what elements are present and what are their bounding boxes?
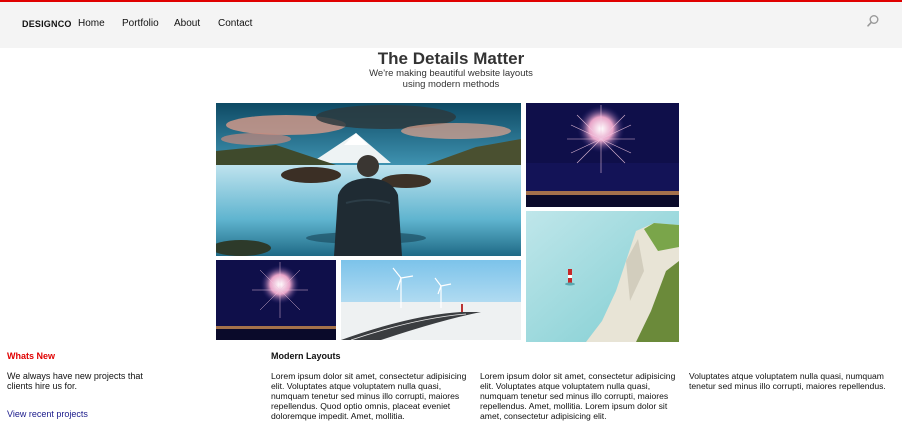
- modern-layouts-heading: Modern Layouts: [271, 351, 341, 361]
- subtitle-line-1: We're making beautiful website layouts: [369, 68, 533, 79]
- nav-link-contact[interactable]: Contact: [218, 18, 252, 29]
- fireworks-photo[interactable]: [526, 103, 679, 207]
- nav-link-about[interactable]: About: [174, 18, 200, 29]
- page-subtitle: We're making beautiful website layouts u…: [0, 68, 902, 90]
- wind-turbines-road-photo[interactable]: [341, 260, 521, 340]
- content-column-3: Voluptates atque voluptatem nulla quasi,…: [689, 371, 886, 391]
- content-column-2: Lorem ipsum dolor sit amet, consectetur …: [480, 371, 676, 421]
- navbar: DESIGNCO Home Portfolio About Contact: [0, 2, 902, 48]
- nav-link-home[interactable]: Home: [78, 18, 105, 29]
- subtitle-line-2: using modern methods: [402, 79, 500, 90]
- view-recent-projects-link[interactable]: View recent projects: [7, 409, 88, 419]
- whats-new-text: We always have new projects that clients…: [7, 371, 143, 391]
- page-title: The Details Matter: [377, 49, 525, 68]
- brand-logo[interactable]: DESIGNCO: [22, 19, 72, 29]
- whats-new-heading: Whats New: [7, 351, 56, 361]
- coastal-cliff-lighthouse-photo[interactable]: [526, 211, 679, 342]
- nav-link-portfolio[interactable]: Portfolio: [122, 18, 159, 29]
- fireworks-photo[interactable]: [216, 260, 336, 340]
- search-icon[interactable]: [866, 14, 880, 28]
- content-column-1: Lorem ipsum dolor sit amet, consectetur …: [271, 371, 467, 421]
- person-at-mountain-lake-photo[interactable]: [216, 103, 521, 256]
